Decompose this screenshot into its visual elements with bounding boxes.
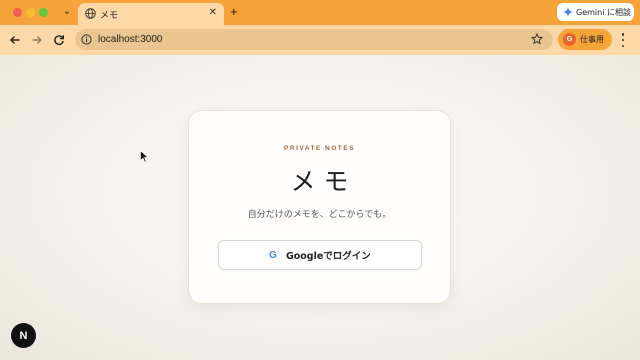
page-content: PRIVATE NOTES メモ 自分だけのメモを、どこからでも。 G Goog…	[0, 55, 640, 360]
reload-icon	[54, 35, 64, 45]
close-tab-icon[interactable]: ✕	[209, 7, 217, 19]
globe-icon	[85, 8, 96, 19]
forward-button[interactable]	[29, 32, 45, 48]
mouse-cursor-icon	[140, 150, 149, 163]
reload-button[interactable]	[51, 32, 67, 48]
login-card: PRIVATE NOTES メモ 自分だけのメモを、どこからでも。 G Goog…	[188, 110, 451, 304]
tab-memo[interactable]: メモ ✕	[78, 3, 224, 25]
browser-toolbar: localhost:3000 G 仕事用	[0, 25, 640, 55]
google-icon: G	[269, 249, 277, 261]
bookmark-star-icon[interactable]	[531, 33, 543, 45]
gemini-label: Gemini に相談	[576, 7, 631, 17]
arrow-left-icon	[10, 36, 20, 44]
eyebrow-label: PRIVATE NOTES	[284, 145, 355, 152]
google-login-button[interactable]: G Googleでログイン	[218, 240, 422, 270]
tab-title: メモ	[100, 11, 119, 21]
close-window-button[interactable]	[13, 8, 22, 17]
new-tab-plus-icon[interactable]: +	[230, 5, 238, 19]
profile-button[interactable]: G 仕事用	[558, 29, 612, 50]
browser-menu-icon[interactable]	[620, 33, 626, 47]
url-text: localhost:3000	[98, 34, 163, 45]
arrow-right-icon	[32, 36, 42, 44]
google-login-label: Googleでログイン	[285, 251, 371, 262]
avatar: G	[563, 33, 576, 46]
page-subtitle: 自分だけのメモを、どこからでも。	[247, 210, 392, 220]
address-bar[interactable]: localhost:3000	[75, 29, 553, 50]
back-button[interactable]	[7, 32, 23, 48]
tab-search-chevron-icon[interactable]: ⌄	[60, 5, 74, 19]
nextjs-badge-letter: N	[19, 329, 28, 342]
site-info-icon[interactable]	[81, 34, 92, 45]
nextjs-dev-badge[interactable]: N	[11, 323, 36, 348]
gemini-sparkle-icon	[563, 7, 573, 17]
minimize-window-button[interactable]	[26, 8, 35, 17]
profile-label: 仕事用	[580, 35, 604, 44]
browser-titlebar: ⌄ メモ ✕ + Gemini に相談	[0, 0, 640, 25]
zoom-window-button[interactable]	[39, 8, 48, 17]
page-title: メモ	[290, 167, 357, 196]
gemini-button[interactable]: Gemini に相談	[557, 3, 634, 21]
